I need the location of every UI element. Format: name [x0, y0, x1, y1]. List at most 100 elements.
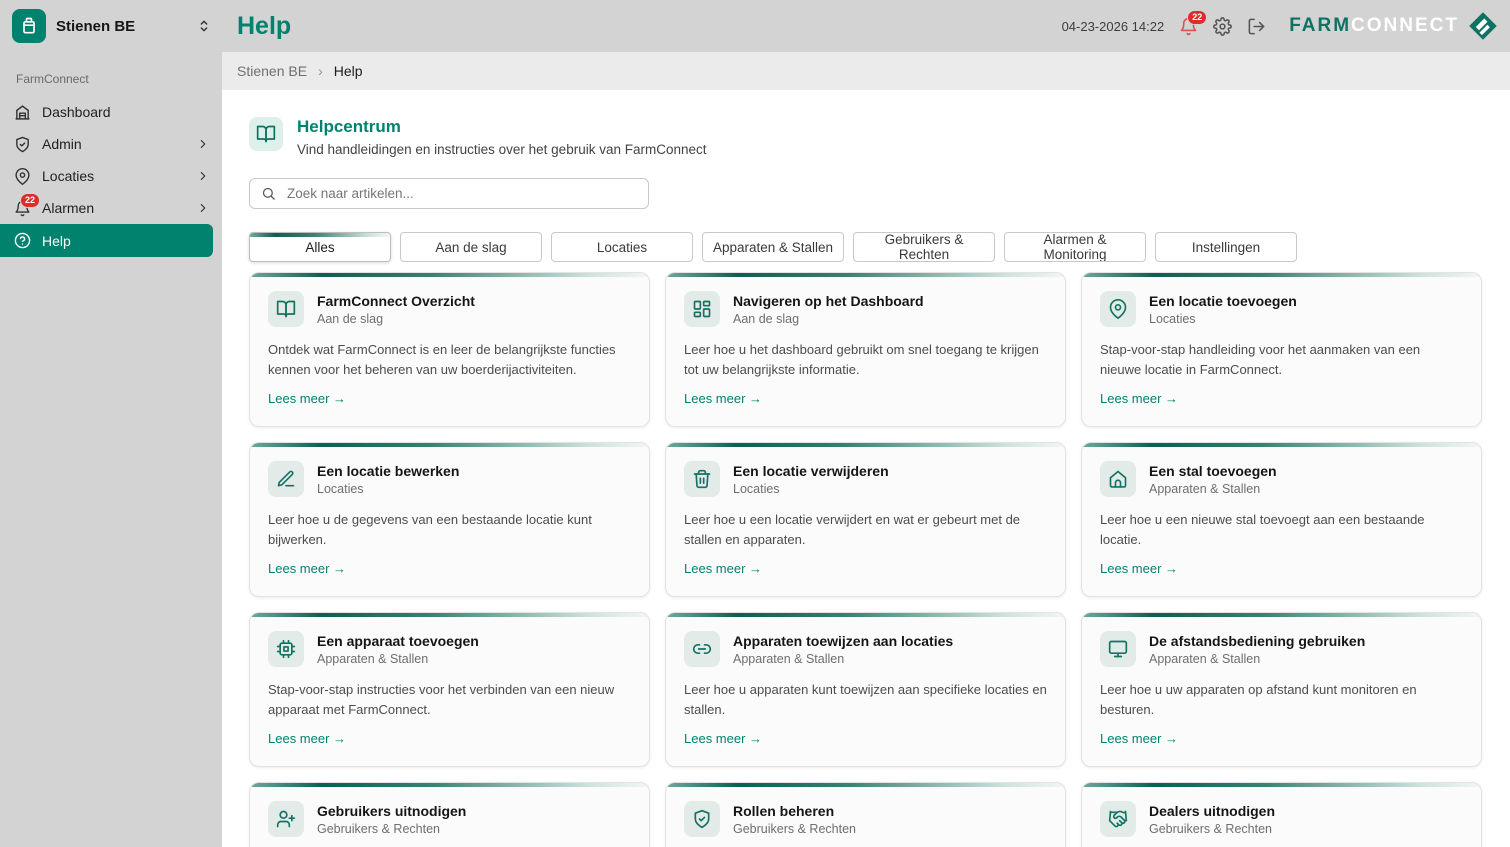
help-card-navigeren-op-het-dashboard[interactable]: Navigeren op het Dashboard Aan de slag L… [665, 272, 1066, 427]
tab-gebruikers-rechten[interactable]: Gebruikers & Rechten [853, 232, 995, 262]
article-description: Leer hoe u apparaten kunt toewijzen aan … [684, 680, 1047, 719]
trash-icon [692, 469, 712, 489]
tab-instellingen[interactable]: Instellingen [1155, 232, 1297, 262]
datetime-label: 04-23-2026 14:22 [1062, 19, 1165, 34]
breadcrumb-root[interactable]: Stienen BE [237, 63, 307, 79]
article-category: Aan de slag [733, 312, 924, 326]
cpu-icon [276, 639, 296, 659]
article-description: Stap-voor-stap instructies voor het verb… [268, 680, 631, 719]
cpu-icon-tile [268, 631, 304, 667]
book-open-icon-tile [268, 291, 304, 327]
help-card-een-apparaat-toevoegen[interactable]: Een apparaat toevoegen Apparaten & Stall… [249, 612, 650, 767]
tab-aan-de-slag[interactable]: Aan de slag [400, 232, 542, 262]
article-description: Leer hoe u het dashboard gebruikt om sne… [684, 340, 1047, 379]
tab-apparaten-stallen[interactable]: Apparaten & Stallen [702, 232, 844, 262]
article-category: Gebruikers & Rechten [1149, 822, 1275, 836]
help-card-gebruikers-uitnodigen[interactable]: Gebruikers uitnodigen Gebruikers & Recht… [249, 782, 650, 847]
tab-alles[interactable]: Alles [249, 232, 391, 262]
lees-meer-link[interactable]: Lees meer → [684, 561, 762, 576]
help-card-farmconnect-overzicht[interactable]: FarmConnect Overzicht Aan de slag Ontdek… [249, 272, 650, 427]
sidebar-item-help[interactable]: Help [0, 224, 213, 257]
farmconnect-logo: FARMCONNECT [1289, 11, 1498, 41]
monitor-icon-tile [1100, 631, 1136, 667]
user-plus-icon-tile [268, 801, 304, 837]
user-plus-icon [276, 809, 296, 829]
help-content: Helpcentrum Vind handleidingen en instru… [222, 90, 1510, 847]
topbar: Help 04-23-2026 14:22 22 [222, 0, 1510, 52]
chevron-right-icon [196, 169, 210, 183]
article-title: Een locatie verwijderen [733, 463, 889, 479]
help-circle-icon [14, 232, 31, 249]
article-description: Leer hoe u een nieuwe stal toevoegt aan … [1100, 510, 1463, 549]
help-card-een-stal-toevoegen[interactable]: Een stal toevoegen Apparaten & Stallen L… [1081, 442, 1482, 597]
article-title: Navigeren op het Dashboard [733, 293, 924, 309]
logo-connect-text: CONNECT [1351, 15, 1459, 36]
help-center-title: Helpcentrum [297, 117, 707, 137]
help-card-een-locatie-toevoegen[interactable]: Een locatie toevoegen Locaties Stap-voor… [1081, 272, 1482, 427]
help-card-een-locatie-verwijderen[interactable]: Een locatie verwijderen Locaties Leer ho… [665, 442, 1066, 597]
lees-meer-link[interactable]: Lees meer → [268, 731, 346, 746]
monitor-icon [1108, 639, 1128, 659]
help-card-de-afstandsbediening-gebruiken[interactable]: De afstandsbediening gebruiken Apparaten… [1081, 612, 1482, 767]
help-card-een-locatie-bewerken[interactable]: Een locatie bewerken Locaties Leer hoe u… [249, 442, 650, 597]
article-description: Ontdek wat FarmConnect is en leer de bel… [268, 340, 631, 379]
sidebar-item-locaties[interactable]: Locaties [0, 160, 222, 192]
layout-dashboard-icon-tile [684, 291, 720, 327]
search-icon [261, 186, 276, 201]
farmconnect-diamond-icon [1468, 11, 1498, 41]
app-root: Stienen BE FarmConnect DashboardAdminLoc… [0, 0, 1510, 847]
help-card-rollen-beheren[interactable]: Rollen beheren Gebruikers & Rechten [665, 782, 1066, 847]
article-title: Een stal toevoegen [1149, 463, 1277, 479]
lees-meer-link[interactable]: Lees meer → [1100, 731, 1178, 746]
logout-button[interactable] [1247, 17, 1266, 36]
lees-meer-link[interactable]: Lees meer → [1100, 391, 1178, 406]
search-input[interactable] [285, 185, 637, 202]
chevron-right-icon [196, 137, 210, 151]
chevron-right-icon [196, 201, 210, 215]
article-title: Rollen beheren [733, 803, 856, 819]
article-description: Leer hoe u een locatie verwijdert en wat… [684, 510, 1047, 549]
help-center-subtitle: Vind handleidingen en instructies over h… [297, 142, 707, 157]
sidebar-menu: Dashboard AdminLocaties22Alarmen Help [0, 96, 222, 257]
sidebar-item-dashboard[interactable]: Dashboard [0, 96, 222, 128]
tab-label: Aan de slag [435, 240, 506, 255]
organization-selector[interactable]: Stienen BE [0, 0, 222, 52]
tab-label: Locaties [597, 240, 647, 255]
lees-meer-link[interactable]: Lees meer → [268, 561, 346, 576]
articles-grid: FarmConnect Overzicht Aan de slag Ontdek… [249, 272, 1482, 847]
article-category: Locaties [1149, 312, 1297, 326]
article-category: Apparaten & Stallen [1149, 482, 1277, 496]
help-card-apparaten-toewijzen-aan-locaties[interactable]: Apparaten toewijzen aan locaties Apparat… [665, 612, 1066, 767]
sidebar-item-label: Dashboard [42, 104, 210, 120]
article-description: Stap-voor-stap handleiding voor het aanm… [1100, 340, 1463, 379]
tab-label: Instellingen [1192, 240, 1260, 255]
lees-meer-link[interactable]: Lees meer → [268, 391, 346, 406]
sidebar-item-alarmen[interactable]: 22Alarmen [0, 192, 222, 224]
tab-alarmen-monitoring[interactable]: Alarmen & Monitoring [1004, 232, 1146, 262]
lees-meer-link[interactable]: Lees meer → [684, 731, 762, 746]
breadcrumb-separator-icon: › [318, 63, 323, 79]
alarms-bell-button[interactable]: 22 [1179, 17, 1198, 36]
tab-locaties[interactable]: Locaties [551, 232, 693, 262]
logo-farm-text: FARM [1289, 15, 1351, 36]
dashboard-icon [14, 104, 31, 121]
settings-button[interactable] [1213, 17, 1232, 36]
trash-icon-tile [684, 461, 720, 497]
help-card-dealers-uitnodigen[interactable]: Dealers uitnodigen Gebruikers & Rechten [1081, 782, 1482, 847]
alarm-count-badge: 22 [1187, 10, 1207, 26]
map-pin-icon [14, 168, 31, 185]
shield-check-icon [692, 809, 712, 829]
map-pin-icon [1108, 299, 1128, 319]
article-title: Een locatie toevoegen [1149, 293, 1297, 309]
article-title: Apparaten toewijzen aan locaties [733, 633, 953, 649]
link-icon-tile [684, 631, 720, 667]
link-icon [692, 639, 712, 659]
pencil-icon [276, 469, 296, 489]
gear-icon [1213, 17, 1232, 36]
article-category: Gebruikers & Rechten [317, 822, 466, 836]
lees-meer-link[interactable]: Lees meer → [1100, 561, 1178, 576]
lees-meer-link[interactable]: Lees meer → [684, 391, 762, 406]
sidebar-item-label: Help [42, 233, 201, 249]
sidebar-item-admin[interactable]: Admin [0, 128, 222, 160]
shield-check-icon [14, 136, 31, 153]
